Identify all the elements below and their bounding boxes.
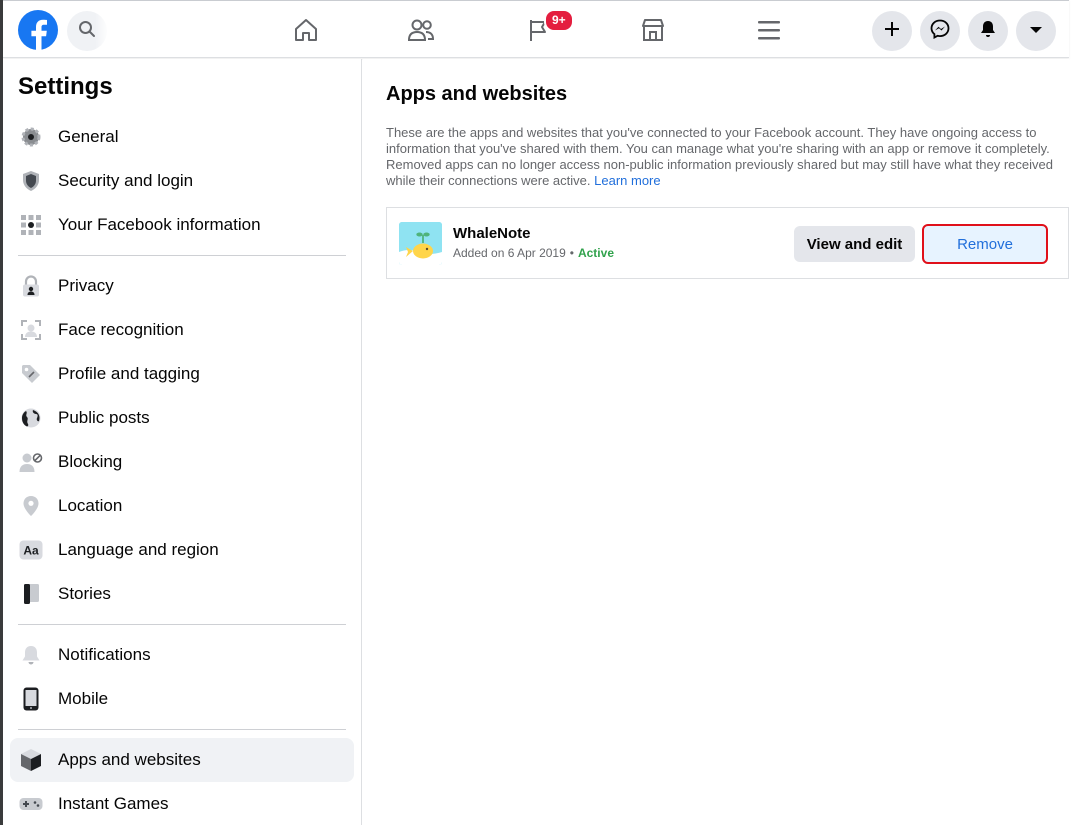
sidebar-item-face-recognition[interactable]: Face recognition xyxy=(10,308,354,352)
sidebar-item-apps-and-websites[interactable]: Apps and websites xyxy=(10,738,354,782)
sidebar-divider xyxy=(18,624,346,625)
sidebar-item-label: Stories xyxy=(58,584,111,603)
app-added-date: Added on 6 Apr 2019 xyxy=(453,246,566,260)
sidebar-item-label: Blocking xyxy=(58,452,123,471)
remove-button-label: Remove xyxy=(957,235,1013,253)
globe-icon xyxy=(19,406,43,430)
sidebar-item-location[interactable]: Location xyxy=(10,484,354,528)
notification-count-badge: 9+ xyxy=(544,9,574,32)
account-menu-button[interactable] xyxy=(1016,11,1056,51)
sidebar-item-label: Apps and websites xyxy=(58,750,201,769)
sidebar-item-your-facebook-information[interactable]: Your Facebook information xyxy=(10,203,354,247)
sidebar-item-label: Instant Games xyxy=(58,794,169,813)
sidebar-item-label: General xyxy=(58,127,119,146)
sidebar-item-instant-games[interactable]: Instant Games xyxy=(10,782,354,825)
sidebar-item-notifications[interactable]: Notifications xyxy=(10,633,354,677)
book-icon xyxy=(19,582,43,606)
create-plus-button[interactable] xyxy=(872,11,912,51)
browser-window: 9+ Settings General Security and login Y… xyxy=(0,0,1075,825)
sidebar-item-label: Mobile xyxy=(58,689,109,708)
phone-icon xyxy=(19,687,43,711)
meta-separator: • xyxy=(569,246,574,260)
cube-icon xyxy=(19,748,43,772)
app-status-badge: Active xyxy=(577,246,614,260)
remove-button[interactable]: Remove xyxy=(922,224,1048,264)
notifications-button[interactable] xyxy=(968,11,1008,51)
friends-icon[interactable] xyxy=(406,15,436,45)
gear-icon xyxy=(19,125,43,149)
svg-text:Aa: Aa xyxy=(23,544,39,558)
sidebar-item-public-posts[interactable]: Public posts xyxy=(10,396,354,440)
sidebar-item-label: Privacy xyxy=(58,276,114,295)
sidebar-item-security-and-login[interactable]: Security and login xyxy=(10,159,354,203)
sidebar-item-label: Your Facebook information xyxy=(58,215,261,234)
search-icon xyxy=(78,20,96,43)
app-name[interactable]: WhaleNote xyxy=(453,225,531,242)
sidebar-title: Settings xyxy=(18,73,113,100)
plus-icon xyxy=(884,21,900,42)
main-content: Apps and websites These are the apps and… xyxy=(363,59,1069,825)
lock-icon xyxy=(19,274,43,298)
sidebar-item-profile-and-tagging[interactable]: Profile and tagging xyxy=(10,352,354,396)
menu-icon[interactable] xyxy=(754,15,784,45)
sidebar-item-label: Face recognition xyxy=(58,320,184,339)
sidebar-item-privacy[interactable]: Privacy xyxy=(10,264,354,308)
sidebar-item-label: Language and region xyxy=(58,540,219,559)
sidebar-item-general[interactable]: General xyxy=(10,115,354,159)
language-icon: Aa xyxy=(19,538,43,562)
marketplace-icon[interactable] xyxy=(638,15,668,45)
page-title: Apps and websites xyxy=(386,83,568,105)
description-text: These are the apps and websites that you… xyxy=(386,125,1053,188)
sidebar-divider xyxy=(18,255,346,256)
blocked-user-icon xyxy=(19,450,43,474)
gamepad-icon xyxy=(19,792,43,816)
app-card: WhaleNote Added on 6 Apr 2019 • Active Vie… xyxy=(386,207,1069,279)
settings-sidebar: Settings General Security and login Your… xyxy=(3,59,362,825)
notifications-bell-icon xyxy=(979,19,997,44)
view-and-edit-button[interactable]: View and edit xyxy=(794,226,915,262)
face-recognition-icon xyxy=(19,318,43,342)
facebook-logo-icon[interactable] xyxy=(18,10,58,50)
learn-more-link[interactable]: Learn more xyxy=(594,173,660,188)
sidebar-item-mobile[interactable]: Mobile xyxy=(10,677,354,721)
messenger-icon xyxy=(930,19,950,44)
sidebar-item-label: Location xyxy=(58,496,123,515)
sidebar-item-label: Public posts xyxy=(58,408,150,427)
sidebar-item-label: Notifications xyxy=(58,645,151,664)
app-meta: Added on 6 Apr 2019 • Active xyxy=(453,246,614,260)
grid-icon xyxy=(19,213,43,237)
messenger-button[interactable] xyxy=(920,11,960,51)
shield-icon xyxy=(19,169,43,193)
sidebar-item-language-and-region[interactable]: Aa Language and region xyxy=(10,528,354,572)
sidebar-item-label: Security and login xyxy=(58,171,194,190)
sidebar-item-label: Profile and tagging xyxy=(58,364,200,383)
bell-icon xyxy=(19,643,43,667)
top-navigation-bar: 9+ xyxy=(3,0,1069,58)
location-pin-icon xyxy=(19,494,43,518)
sidebar-item-stories[interactable]: Stories xyxy=(10,572,354,616)
sidebar-item-blocking[interactable]: Blocking xyxy=(10,440,354,484)
account-chevron-icon xyxy=(1029,22,1043,40)
sidebar-divider xyxy=(18,729,346,730)
whalenote-app-icon xyxy=(399,222,442,265)
home-icon[interactable] xyxy=(291,15,321,45)
tag-icon xyxy=(19,362,43,386)
search-button[interactable] xyxy=(67,11,109,51)
page-description: These are the apps and websites that you… xyxy=(386,125,1066,189)
